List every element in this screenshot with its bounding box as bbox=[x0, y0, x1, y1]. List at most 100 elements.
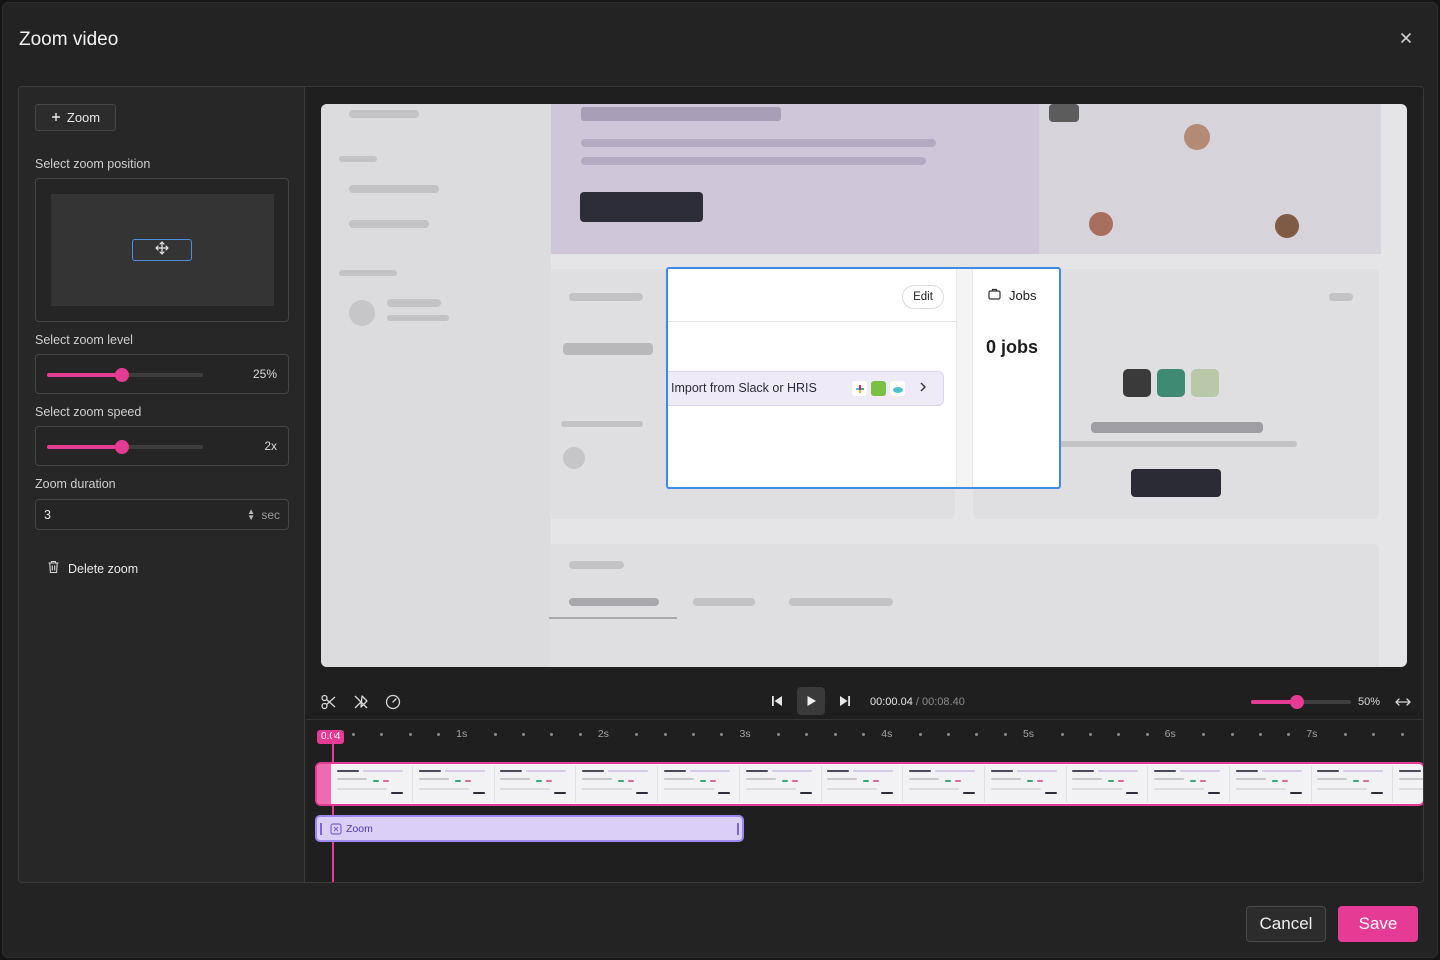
timeline-zoom-slider[interactable] bbox=[1251, 695, 1351, 709]
zoom-region-frame[interactable]: Edit Jobs 0 jobs Import from Slack or HR… bbox=[666, 267, 1061, 489]
zoom-segment-label: Zoom bbox=[346, 823, 373, 835]
timeline-zoom-value: 50% bbox=[1358, 696, 1381, 708]
speed-gauge-icon[interactable] bbox=[384, 693, 402, 711]
trash-icon bbox=[47, 560, 60, 577]
ruler-tick bbox=[805, 733, 809, 736]
scissors-icon[interactable] bbox=[320, 693, 338, 711]
zoom-level-thumb[interactable] bbox=[114, 368, 129, 382]
ruler-tick bbox=[1230, 733, 1234, 736]
save-button[interactable]: Save bbox=[1338, 906, 1418, 942]
zoom-duration-field[interactable]: 3 ▲ ▼ sec bbox=[35, 499, 289, 530]
zoom-position-area[interactable] bbox=[51, 194, 274, 306]
zoom-speed-control: 2x bbox=[35, 426, 289, 466]
ruler-tick bbox=[437, 733, 441, 736]
timeline-ruler[interactable]: 0.04 1s 2s 3s 4s 5s 6s 7s bbox=[306, 723, 1423, 747]
zoom-speed-slider[interactable] bbox=[47, 440, 203, 454]
ruler-tick bbox=[635, 733, 639, 736]
ruler-tick bbox=[578, 733, 582, 736]
video-clip-track[interactable] bbox=[315, 762, 1423, 806]
chevron-right-icon bbox=[919, 381, 927, 395]
preview-app-sidebar bbox=[321, 104, 551, 667]
preview-slack-banner: Import from Slack or HRIS bbox=[668, 371, 944, 406]
zoom-duration-value[interactable]: 3 bbox=[44, 508, 51, 522]
fit-width-icon[interactable] bbox=[1394, 693, 1412, 716]
zoom-level-value: 25% bbox=[252, 367, 277, 381]
preview-jobs-title: Jobs bbox=[1009, 288, 1037, 303]
zoom-segment-icon bbox=[330, 822, 342, 835]
plus-icon bbox=[51, 110, 61, 125]
preview-jobs-count: 0 jobs bbox=[986, 337, 1039, 357]
video-thumbnail bbox=[496, 766, 577, 802]
ruler-tick bbox=[550, 733, 554, 736]
ruler-tick bbox=[1088, 733, 1092, 736]
clip-trim-handle[interactable] bbox=[317, 764, 331, 804]
hris-app-icon bbox=[871, 381, 886, 396]
ruler-tick bbox=[947, 733, 951, 736]
zoom-level-fill bbox=[47, 373, 122, 377]
ruler-label: 5s bbox=[1022, 728, 1035, 740]
preview-slack-text: Import from Slack or HRIS bbox=[671, 381, 817, 395]
ruler-tick bbox=[975, 733, 979, 736]
play-icon[interactable] bbox=[797, 687, 825, 715]
stepper-arrows-icon[interactable]: ▲ ▼ bbox=[247, 508, 255, 522]
ruler-tick bbox=[1202, 733, 1206, 736]
video-thumbnail bbox=[1313, 766, 1394, 802]
current-time: 00:00.04 bbox=[870, 696, 913, 708]
ruler-tick bbox=[862, 733, 866, 736]
skip-forward-icon[interactable] bbox=[831, 687, 859, 715]
ruler-tick bbox=[833, 733, 837, 736]
zoom-position-picker bbox=[35, 178, 289, 322]
slack-logo-icon bbox=[852, 381, 867, 396]
ruler-tick bbox=[1343, 733, 1347, 736]
add-zoom-button[interactable]: Zoom bbox=[35, 104, 116, 131]
video-thumbnail bbox=[823, 766, 904, 802]
preview-edit-button: Edit bbox=[902, 285, 944, 309]
ruler-tick bbox=[380, 733, 384, 736]
ruler-tick bbox=[1287, 733, 1291, 736]
ruler-tick bbox=[493, 733, 497, 736]
playhead-badge[interactable]: 0.04 bbox=[317, 730, 345, 744]
video-thumbnail bbox=[415, 766, 495, 802]
zoom-level-slider[interactable] bbox=[47, 368, 203, 382]
delete-zoom-button[interactable]: Delete zoom bbox=[47, 560, 138, 577]
zoom-level-label: Select zoom level bbox=[35, 333, 133, 347]
video-thumbnail bbox=[1232, 766, 1312, 802]
zoom-segment[interactable]: Zoom bbox=[315, 815, 744, 842]
preview-banner bbox=[551, 104, 1381, 254]
zoom-segment-right-handle[interactable] bbox=[737, 823, 739, 835]
ruler-tick bbox=[1145, 733, 1149, 736]
zoom-segment-left-handle[interactable] bbox=[320, 823, 322, 835]
zoom-duration-unit: sec bbox=[261, 508, 280, 522]
ruler-tick bbox=[918, 733, 922, 736]
skip-back-icon[interactable] bbox=[763, 687, 791, 715]
zoom-speed-thumb[interactable] bbox=[114, 440, 129, 454]
ruler-label: 1s bbox=[456, 728, 468, 740]
playhead-line[interactable] bbox=[332, 730, 334, 882]
zoom-wand-icon[interactable] bbox=[352, 693, 370, 711]
close-icon[interactable] bbox=[1397, 29, 1415, 47]
ruler-tick bbox=[1060, 733, 1064, 736]
ruler-tick bbox=[1372, 733, 1376, 736]
video-thumbnail bbox=[742, 766, 822, 802]
zoom-position-handle[interactable] bbox=[132, 239, 192, 261]
video-thumbnail bbox=[660, 766, 740, 802]
ruler-label: 2s bbox=[597, 728, 609, 740]
video-thumbnail bbox=[333, 766, 413, 802]
briefcase-icon bbox=[988, 288, 1001, 303]
dialog-title: Zoom video bbox=[19, 29, 119, 50]
playback-time: 00:00.04 / 00:08.40 bbox=[870, 696, 965, 708]
zoom-video-dialog: Zoom video Zoom Select zoom position Sel… bbox=[2, 2, 1438, 958]
cancel-button[interactable]: Cancel bbox=[1246, 906, 1326, 942]
cloud-app-icon bbox=[890, 381, 905, 396]
delete-zoom-label: Delete zoom bbox=[68, 561, 139, 576]
ruler-label: 3s bbox=[739, 728, 751, 740]
ruler-tick bbox=[777, 733, 781, 736]
timeline-zoom-thumb[interactable] bbox=[1290, 695, 1304, 709]
zoom-position-label: Select zoom position bbox=[35, 157, 151, 171]
playback-controls bbox=[763, 687, 859, 715]
zoom-level-control: 25% bbox=[35, 354, 289, 394]
ruler-tick bbox=[1258, 733, 1262, 736]
player-toolbar: 00:00.04 / 00:08.40 50% bbox=[306, 684, 1423, 720]
ruler-label: 4s bbox=[881, 728, 893, 740]
video-thumbnail bbox=[1068, 766, 1149, 802]
